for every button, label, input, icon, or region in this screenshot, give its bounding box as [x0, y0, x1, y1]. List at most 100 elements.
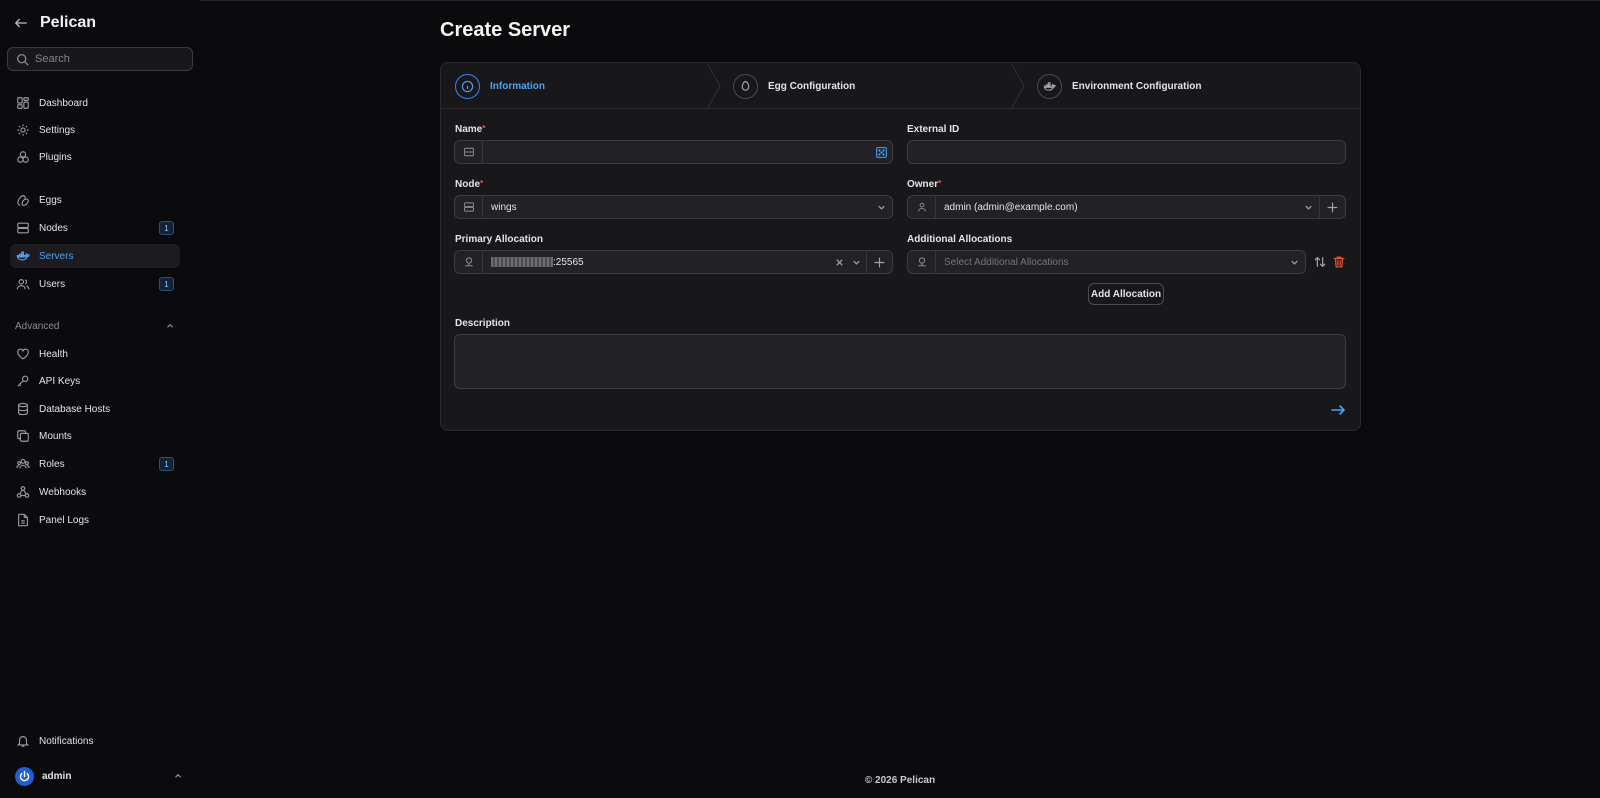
search-box[interactable] — [7, 47, 193, 71]
external-id-label: External ID — [907, 124, 960, 135]
search-icon — [16, 53, 29, 65]
wizard-steps: Information Egg Configuration Environmen… — [441, 63, 1360, 109]
step-egg-configuration[interactable]: Egg Configuration — [733, 63, 855, 109]
description-label: Description — [455, 318, 511, 329]
sort-arrows-icon[interactable] — [1312, 254, 1328, 270]
plugins-icon — [17, 151, 29, 163]
owner-value: admin (admin@example.com) — [944, 201, 1078, 213]
sidebar-item-users[interactable]: Users 1 — [10, 272, 180, 296]
node-label-text: Node — [455, 179, 480, 190]
sidebar-item-database-hosts[interactable]: Database Hosts — [10, 397, 180, 421]
port-value: :25565 — [553, 256, 584, 268]
gear-icon — [17, 124, 29, 136]
sidebar-item-api-keys[interactable]: API Keys — [10, 369, 180, 393]
node-label: Node* — [455, 179, 483, 190]
primary-allocation-value: :25565 — [483, 257, 832, 268]
heart-icon — [17, 348, 29, 360]
sidebar-item-plugins[interactable]: Plugins — [10, 145, 180, 169]
server-stack-icon — [455, 196, 483, 218]
additional-allocations-label: Additional Allocations — [907, 234, 1013, 245]
file-icon — [18, 513, 28, 527]
back-arrow-icon[interactable] — [14, 16, 28, 30]
page-title: Create Server — [440, 19, 571, 41]
server-icon — [455, 141, 483, 163]
notifications-button[interactable]: Notifications — [10, 730, 180, 752]
step-environment-configuration[interactable]: Environment Configuration — [1037, 63, 1201, 109]
node-value: wings — [491, 201, 517, 213]
sidebar-item-panel-logs[interactable]: Panel Logs — [10, 508, 180, 532]
sidebar-item-mounts[interactable]: Mounts — [10, 424, 180, 448]
required-asterisk: * — [482, 124, 486, 133]
owner-label-text: Owner — [907, 179, 939, 190]
brand-docker-icon — [1037, 73, 1062, 99]
clear-x-icon[interactable] — [832, 251, 846, 273]
chevron-down-icon[interactable] — [1283, 251, 1305, 273]
add-owner-plus-icon[interactable] — [1319, 196, 1345, 218]
sidebar-item-label: Panel Logs — [39, 514, 90, 526]
top-border — [0, 0, 1600, 1]
count-badge: 1 — [159, 457, 174, 471]
power-icon — [19, 770, 30, 781]
sidebar-item-label: Dashboard — [39, 97, 88, 109]
egg-icon — [17, 195, 29, 206]
redacted-ip — [491, 256, 553, 267]
additional-allocations-select[interactable]: Select Additional Allocations — [907, 250, 1306, 274]
step-separator — [707, 63, 721, 109]
sidebar-item-label: Nodes — [39, 222, 68, 234]
name-field[interactable] — [454, 140, 893, 164]
sidebar-item-dashboard[interactable]: Dashboard — [10, 91, 180, 115]
step-label: Egg Configuration — [768, 80, 856, 92]
sidebar-item-label: Webhooks — [39, 486, 87, 498]
step-information[interactable]: Information — [455, 63, 545, 109]
sidebar-item-roles[interactable]: Roles 1 — [10, 452, 180, 476]
owner-select[interactable]: admin (admin@example.com) — [907, 195, 1346, 219]
brand-docker-icon — [16, 251, 30, 261]
owner-label: Owner* — [907, 179, 941, 190]
dice-random-icon[interactable] — [870, 141, 892, 163]
step-label: Environment Configuration — [1072, 80, 1202, 92]
search-input[interactable] — [35, 53, 185, 65]
required-asterisk: * — [938, 179, 942, 188]
description-textarea[interactable] — [454, 334, 1346, 389]
notifications-label: Notifications — [39, 735, 94, 747]
add-allocation-plus-icon[interactable] — [866, 251, 892, 273]
sidebar-item-label: Servers — [39, 250, 74, 262]
chevron-down-icon[interactable] — [846, 251, 866, 273]
app-title: Pelican — [40, 14, 97, 31]
next-arrow-icon[interactable] — [1330, 402, 1346, 418]
sidebar-item-servers[interactable]: Servers — [10, 244, 180, 268]
webhook-icon — [16, 486, 30, 498]
external-id-field[interactable] — [907, 140, 1346, 164]
count-badge: 1 — [159, 221, 174, 235]
brand: Pelican — [14, 12, 96, 34]
trash-icon[interactable] — [1331, 254, 1347, 270]
sidebar-item-webhooks[interactable]: Webhooks — [10, 480, 180, 504]
chevron-up-icon — [167, 323, 173, 328]
network-icon — [908, 251, 936, 273]
key-icon — [17, 375, 29, 387]
step-separator — [1011, 63, 1025, 109]
add-allocation-button[interactable]: Add Allocation — [1088, 283, 1164, 305]
chevron-down-icon[interactable] — [870, 196, 892, 218]
footer-copyright: © 2026 Pelican — [864, 775, 936, 786]
advanced-group-label: Advanced — [15, 320, 60, 332]
sidebar-item-settings[interactable]: Settings — [10, 118, 180, 142]
dashboard-icon — [17, 97, 29, 109]
sidebar-item-nodes[interactable]: Nodes 1 — [10, 216, 180, 240]
bell-icon — [16, 736, 30, 747]
mounts-icon — [17, 430, 29, 442]
avatar — [15, 766, 34, 786]
count-badge: 1 — [159, 277, 174, 291]
sidebar-item-label: Mounts — [39, 430, 72, 442]
info-icon — [455, 73, 480, 99]
advanced-group-toggle[interactable]: Advanced — [15, 318, 175, 334]
node-select[interactable]: wings — [454, 195, 893, 219]
sidebar: Pelican Dashboard Settings Plugins Eggs … — [0, 0, 200, 798]
sidebar-item-health[interactable]: Health — [10, 342, 180, 366]
chevron-down-icon[interactable] — [1297, 196, 1319, 218]
user-menu[interactable]: admin — [15, 766, 183, 786]
sidebar-item-eggs[interactable]: Eggs — [10, 188, 180, 212]
step-label: Information — [490, 80, 545, 92]
primary-allocation-select[interactable]: :25565 — [454, 250, 893, 274]
sidebar-item-label: Eggs — [39, 194, 62, 206]
